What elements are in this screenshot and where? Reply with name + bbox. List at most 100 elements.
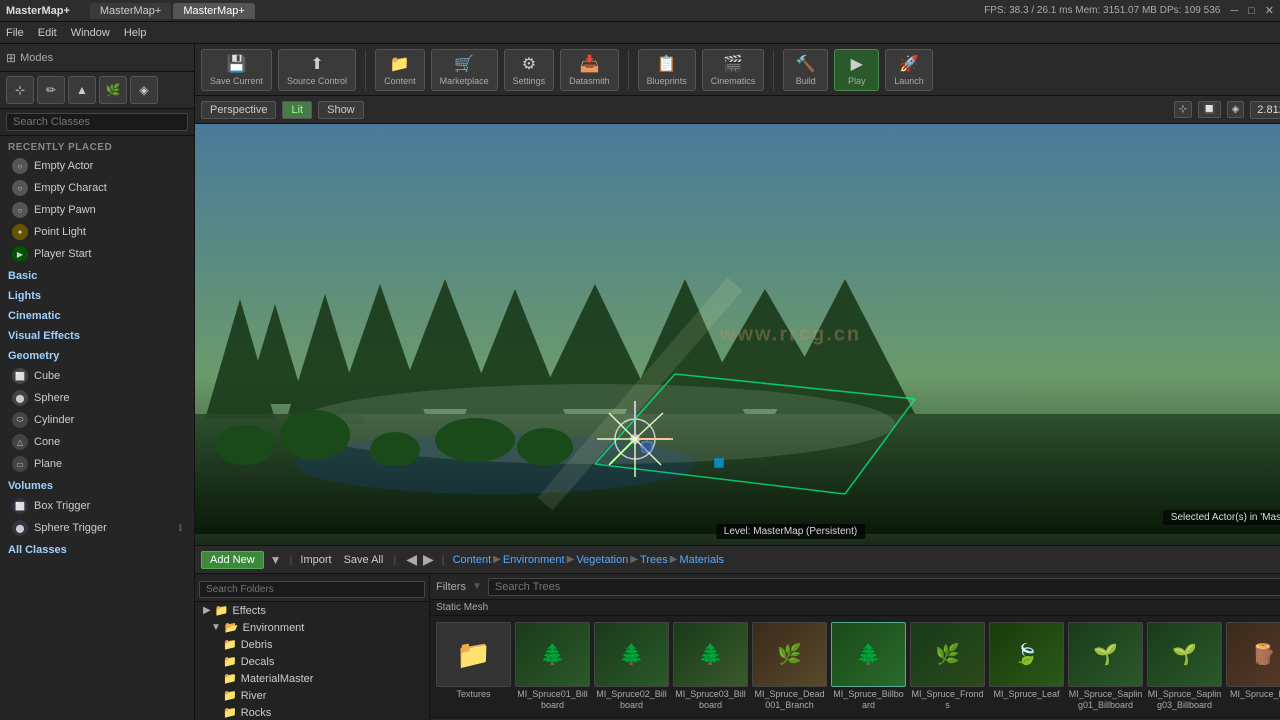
blueprints-btn[interactable]: 📋 Blueprints xyxy=(638,49,696,91)
play-btn[interactable]: ▶ Play xyxy=(834,49,879,91)
show-btn[interactable]: Show xyxy=(318,101,364,119)
asset-spruce-dead-branch[interactable]: 🌿 MI_Spruce_Dead001_Branch xyxy=(752,622,827,711)
spruce-dead-thumb: 🌿 xyxy=(752,622,827,687)
asset-spruce-fronds[interactable]: 🌿 MI_Spruce_Fronds xyxy=(910,622,985,711)
paint-mode[interactable]: ✏ xyxy=(37,76,65,104)
breadcrumb-materials[interactable]: Materials xyxy=(679,554,724,566)
menu-help[interactable]: Help xyxy=(124,27,147,39)
asset-sapling01[interactable]: 🌱 MI_Spruce_Sapling01_Billboard xyxy=(1068,622,1143,711)
breadcrumb-environment[interactable]: Environment xyxy=(503,554,565,566)
breadcrumb: Content ▶ Environment ▶ Vegetation ▶ Tre… xyxy=(453,554,724,566)
folder-search-input[interactable] xyxy=(199,581,425,598)
dropdown-add-icon[interactable]: ▼ xyxy=(270,553,282,567)
actor-label-cylinder: Cylinder xyxy=(34,414,74,426)
breadcrumb-vegetation[interactable]: Vegetation xyxy=(576,554,628,566)
cinematics-btn[interactable]: 🎬 Cinematics xyxy=(702,49,765,91)
folder-rocks[interactable]: 📁 Rocks xyxy=(195,704,429,720)
actor-item-cube[interactable]: ⬜ Cube xyxy=(0,365,194,387)
asset-spruce01-billboard[interactable]: 🌲 MI_Spruce01_Billboard xyxy=(515,622,590,711)
folder-environment[interactable]: ▼ 📂 Environment xyxy=(195,619,429,636)
menu-window[interactable]: Window xyxy=(71,27,110,39)
foliage-mode[interactable]: 🌿 xyxy=(99,76,127,104)
actor-item-sphere[interactable]: ⬤ Sphere xyxy=(0,387,194,409)
folder-panel: ▶ 📁 Effects ▼ 📂 Environment 📁 Debris xyxy=(195,574,430,720)
maximize-icon[interactable]: □ xyxy=(1248,5,1255,17)
breadcrumb-trees[interactable]: Trees xyxy=(640,554,668,566)
category-geometry[interactable]: Geometry xyxy=(0,347,194,365)
content-btn[interactable]: 📁 Content xyxy=(375,49,425,91)
actor-item-player-start[interactable]: ▶ Player Start xyxy=(0,243,194,265)
actor-item-point-light[interactable]: ✦ Point Light xyxy=(0,221,194,243)
minimize-icon[interactable]: ─ xyxy=(1230,5,1238,17)
settings-btn[interactable]: ⚙ Settings xyxy=(504,49,555,91)
actor-item-empty[interactable]: ○ Empty Actor xyxy=(0,155,194,177)
spruce01-thumb: 🌲 xyxy=(515,622,590,687)
folder-effects[interactable]: ▶ 📁 Effects xyxy=(195,602,429,619)
actor-item-empty-char[interactable]: ○ Empty Charact xyxy=(0,177,194,199)
forward-nav-icon[interactable]: ▶ xyxy=(423,551,434,568)
actor-item-sphere-trigger[interactable]: ⬤ Sphere Trigger ℹ xyxy=(0,517,194,539)
settings-label: Settings xyxy=(513,76,546,86)
category-visual-effects[interactable]: Visual Effects xyxy=(0,327,194,345)
category-lights[interactable]: Lights xyxy=(0,287,194,305)
asset-search-input[interactable] xyxy=(488,578,1280,596)
add-new-btn[interactable]: Add New xyxy=(201,551,264,569)
folder-label-environment: Environment xyxy=(243,622,305,634)
select-mode[interactable]: ⊹ xyxy=(6,76,34,104)
breadcrumb-content[interactable]: Content xyxy=(453,554,492,566)
viewport-icon-1[interactable]: ⊹ xyxy=(1174,101,1192,118)
datasmith-btn[interactable]: 📥 Datasmith xyxy=(560,49,619,91)
save-current-btn[interactable]: 💾 Save Current xyxy=(201,49,272,91)
landscape-mode[interactable]: ▲ xyxy=(68,76,96,104)
marketplace-icon: 🛒 xyxy=(454,54,474,74)
viewport[interactable]: Selected Actor(s) in 'MasterMap (Persist… xyxy=(195,124,1280,545)
actor-item-box-trigger[interactable]: ⬜ Box Trigger xyxy=(0,495,194,517)
sphere-trigger-info-icon: ℹ xyxy=(179,523,182,534)
menu-edit[interactable]: Edit xyxy=(38,27,57,39)
asset-spruce-leaf[interactable]: 🍃 MI_Spruce_Leaf xyxy=(989,622,1064,700)
lit-btn[interactable]: Lit xyxy=(282,101,312,119)
spruce-leaf-thumb: 🍃 xyxy=(989,622,1064,687)
source-control-btn[interactable]: ⬆ Source Control xyxy=(278,49,356,91)
marketplace-btn[interactable]: 🛒 Marketplace xyxy=(431,49,498,91)
save-all-btn[interactable]: Save All xyxy=(344,554,384,566)
actor-item-plane[interactable]: ▭ Plane xyxy=(0,453,194,475)
viewport-icon-2[interactable]: 🔲 xyxy=(1198,101,1220,118)
viewport-status: Selected Actor(s) in 'MasterMap (Persist… xyxy=(205,510,1280,525)
asset-textures-folder[interactable]: 📁 Textures xyxy=(436,622,511,700)
point-light-icon: ✦ xyxy=(12,224,28,240)
actor-label-sphere: Sphere xyxy=(34,392,69,404)
launch-btn[interactable]: 🚀 Launch xyxy=(885,49,933,91)
folder-material-master[interactable]: 📁 MaterialMaster xyxy=(195,670,429,687)
folder-debris[interactable]: 📁 Debris xyxy=(195,636,429,653)
empty-pawn-icon: ○ xyxy=(12,202,28,218)
actor-label-cone: Cone xyxy=(34,436,60,448)
viewport-icon-3[interactable]: ◈ xyxy=(1227,101,1245,118)
import-btn[interactable]: Import xyxy=(300,554,331,566)
build-btn[interactable]: 🔨 Build xyxy=(783,49,828,91)
category-volumes[interactable]: Volumes xyxy=(0,477,194,495)
mesh-paint-mode[interactable]: ◈ xyxy=(130,76,158,104)
search-classes-input[interactable] xyxy=(6,113,188,131)
tab-left[interactable]: MasterMap+ xyxy=(90,3,171,19)
close-icon[interactable]: ✕ xyxy=(1265,4,1274,17)
tab-right[interactable]: MasterMap+ xyxy=(173,3,254,19)
asset-bark[interactable]: 🪵 MI_Spruce_Bark xyxy=(1226,622,1280,700)
menu-file[interactable]: File xyxy=(6,27,24,39)
viewport-toolbar: Perspective Lit Show ⊹ 🔲 ◈ 2.812° 0.0312… xyxy=(195,96,1280,124)
actor-item-cone[interactable]: △ Cone xyxy=(0,431,194,453)
category-cinematic[interactable]: Cinematic xyxy=(0,307,194,325)
asset-spruce03-billboard[interactable]: 🌲 MI_Spruce03_Billboard xyxy=(673,622,748,711)
asset-spruce-billboard-selected[interactable]: 🌲 MI_Spruce_Billboard xyxy=(831,622,906,711)
actor-item-empty-pawn[interactable]: ○ Empty Pawn xyxy=(0,199,194,221)
filters-btn[interactable]: Filters xyxy=(436,581,466,593)
folder-decals[interactable]: 📁 Decals xyxy=(195,653,429,670)
category-basic[interactable]: Basic xyxy=(0,267,194,285)
back-nav-icon[interactable]: ◀ xyxy=(406,551,417,568)
perspective-btn[interactable]: Perspective xyxy=(201,101,276,119)
actor-item-cylinder[interactable]: ⬭ Cylinder xyxy=(0,409,194,431)
asset-sapling03[interactable]: 🌱 MI_Spruce_Sapling03_Billboard xyxy=(1147,622,1222,711)
folder-river[interactable]: 📁 River xyxy=(195,687,429,704)
category-all-classes[interactable]: All Classes xyxy=(0,541,194,559)
asset-spruce02-billboard[interactable]: 🌲 MI_Spruce02_Billboard xyxy=(594,622,669,711)
